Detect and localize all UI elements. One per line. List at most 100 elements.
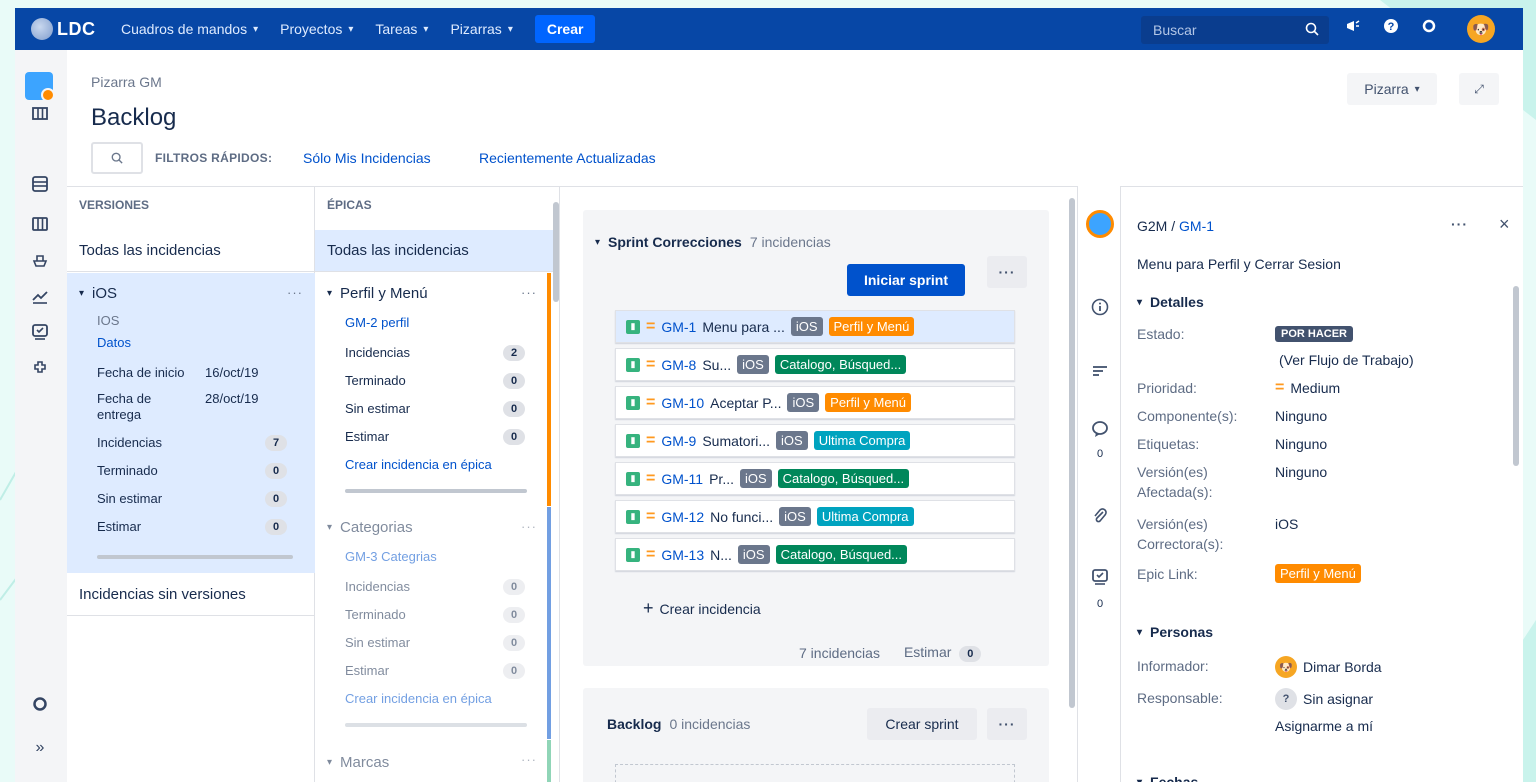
create-sprint-button[interactable]: Crear sprint <box>867 708 977 740</box>
epics-all-issues[interactable]: Todas las incidencias <box>315 230 559 272</box>
filter-my-issues[interactable]: Sólo Mis Incidencias <box>303 150 431 166</box>
issue-row[interactable]: ▮ = GM-12 No funci... iOS Ultima Compra <box>615 500 1015 533</box>
epic-progress-bar <box>345 489 527 493</box>
epic-create-issue-link[interactable]: Crear incidencia en épica <box>345 691 492 706</box>
epics-scrollbar[interactable] <box>553 202 559 302</box>
epic-title[interactable]: ▾ Marcas <box>327 754 389 771</box>
dates-section-header[interactable]: ▾ Fechas <box>1137 774 1198 782</box>
info-icon[interactable] <box>1078 298 1122 316</box>
board-button[interactable]: Pizarra ▾ <box>1347 73 1437 105</box>
version-stat-count: 7 <box>265 435 287 451</box>
issue-row[interactable]: ▮ = GM-10 Aceptar P... iOS Perfil y Menú <box>615 386 1015 419</box>
detail-issue-key[interactable]: GM-1 <box>1179 218 1214 234</box>
logo[interactable]: LDC <box>31 18 121 40</box>
reporter-value[interactable]: 🐶 Dimar Borda <box>1275 656 1382 678</box>
epic-link-badge[interactable]: Perfil y Menú <box>1275 564 1361 583</box>
epic-title[interactable]: ▾ Perfil y Menú <box>327 285 428 302</box>
fix-version-value[interactable]: iOS <box>1275 516 1298 532</box>
component-value[interactable]: Ninguno <box>1275 408 1327 424</box>
subtasks-count: 0 <box>1096 598 1104 610</box>
quick-search-input[interactable] <box>91 142 143 174</box>
epic-more-icon[interactable]: ··· <box>521 752 537 767</box>
nav-issues[interactable]: Tareas ▾ <box>375 21 428 37</box>
epic-stat-count: 0 <box>503 635 525 651</box>
issue-summary-title[interactable]: Menu para Perfil y Cerrar Sesion <box>1137 256 1341 272</box>
description-icon[interactable] <box>1078 362 1122 380</box>
medium-priority-icon: = <box>646 355 656 373</box>
reports-icon[interactable] <box>26 282 54 310</box>
version-label: iOS <box>737 545 770 564</box>
issue-row[interactable]: ▮ = GM-11 Pr... iOS Catalogo, Búsqued... <box>615 462 1015 495</box>
detail-more-icon[interactable]: ··· <box>1451 216 1468 232</box>
version-details-link[interactable]: Datos <box>97 335 131 350</box>
attachment-icon[interactable] <box>1078 508 1122 526</box>
epic-more-icon[interactable]: ··· <box>521 285 537 300</box>
labels-value[interactable]: Ninguno <box>1275 436 1327 452</box>
epic-card-perfil[interactable]: ▾ Perfil y Menú ··· GM-2 perfil Incidenc… <box>315 273 551 506</box>
leaf-logo-icon <box>31 18 53 40</box>
version-card-ios[interactable]: ▾ iOS ··· IOS Datos Fecha de inicio 16/o… <box>67 273 315 573</box>
fullscreen-button[interactable]: ⤢ <box>1459 73 1499 105</box>
start-sprint-button[interactable]: Iniciar sprint <box>847 264 965 296</box>
backlog-more-button[interactable]: ··· <box>987 708 1027 740</box>
issue-row[interactable]: ▮ = GM-8 Su... iOS Catalogo, Búsqued... <box>615 348 1015 381</box>
epic-more-icon[interactable]: ··· <box>521 519 537 534</box>
issues-without-versions[interactable]: Incidencias sin versiones <box>67 574 314 616</box>
quick-filters-label: FILTROS RÁPIDOS: <box>155 151 273 165</box>
version-title[interactable]: ▾ iOS <box>79 285 117 302</box>
expand-sidebar-icon[interactable]: » <box>26 734 54 762</box>
workflow-link[interactable]: (Ver Flujo de Trabajo) <box>1279 352 1414 368</box>
epic-card-categorias[interactable]: ▾ Categorias ··· GM-3 Categrias Incidenc… <box>315 507 551 739</box>
create-issue-button[interactable]: + Crear incidencia <box>643 598 761 619</box>
project-settings-icon[interactable] <box>26 690 54 718</box>
main-scrollbar[interactable] <box>1069 198 1075 708</box>
versions-all-issues[interactable]: Todas las incidencias <box>67 230 314 272</box>
filter-recently-updated[interactable]: Recientemente Actualizadas <box>479 150 656 166</box>
issue-row[interactable]: ▮ = GM-13 N... iOS Catalogo, Búsqued... <box>615 538 1015 571</box>
details-section-header[interactable]: ▾ Detalles <box>1137 294 1204 310</box>
columns-icon[interactable] <box>26 210 54 238</box>
version-more-icon[interactable]: ··· <box>287 285 303 300</box>
search-input[interactable]: Buscar <box>1141 16 1329 44</box>
subtasks-icon[interactable] <box>1078 568 1122 586</box>
backlog-header[interactable]: Backlog 0 incidencias <box>607 716 750 732</box>
backlog-icon[interactable] <box>26 170 54 198</box>
ship-icon[interactable] <box>26 246 54 274</box>
nav-projects[interactable]: Proyectos ▾ <box>280 21 353 37</box>
epic-key-line[interactable]: GM-3 Categrias <box>345 549 437 564</box>
affects-version-value[interactable]: Ninguno <box>1275 464 1327 480</box>
settings-icon[interactable] <box>1421 18 1437 38</box>
issues-icon[interactable] <box>26 318 54 346</box>
megaphone-icon[interactable] <box>1345 18 1361 38</box>
epic-card-marcas[interactable]: ▾ Marcas ··· <box>315 740 551 782</box>
detail-scrollbar[interactable] <box>1513 286 1519 466</box>
epic-link-value[interactable]: Perfil y Menú <box>1275 564 1361 583</box>
epic-key-line[interactable]: GM-2 perfil <box>345 315 409 330</box>
comment-icon[interactable] <box>1078 420 1122 438</box>
issue-row[interactable]: ▮ = GM-1 Menu para ... iOS Perfil y Menú <box>615 310 1015 343</box>
epic-create-issue-link[interactable]: Crear incidencia en épica <box>345 457 492 472</box>
people-section-header[interactable]: ▾ Personas <box>1137 624 1213 640</box>
medium-priority-icon: = <box>646 317 656 335</box>
sprint-more-button[interactable]: ··· <box>987 256 1027 288</box>
sprint-header[interactable]: ▾ Sprint Correcciones 7 incidencias <box>595 234 831 250</box>
user-avatar[interactable]: 🐶 <box>1467 15 1495 43</box>
assign-to-me-link[interactable]: Asignarme a mí <box>1275 718 1373 734</box>
breadcrumb[interactable]: Pizarra GM <box>91 74 162 90</box>
status-badge[interactable]: POR HACER <box>1275 326 1354 342</box>
assignee-value[interactable]: ? Sin asignar <box>1275 688 1373 710</box>
components-icon[interactable] <box>26 354 54 382</box>
epic-title[interactable]: ▾ Categorias <box>327 519 413 536</box>
version-label: iOS <box>776 431 808 450</box>
issue-row[interactable]: ▮ = GM-9 Sumatori... iOS Ultima Compra <box>615 424 1015 457</box>
board-icon[interactable] <box>26 100 54 128</box>
priority-value[interactable]: = Medium <box>1275 380 1340 397</box>
status-value[interactable]: POR HACER <box>1275 326 1354 342</box>
reporter-avatar: 🐶 <box>1275 656 1297 678</box>
nav-boards[interactable]: Pizarras ▾ <box>450 21 512 37</box>
nav-dashboards[interactable]: Cuadros de mandos ▾ <box>121 21 258 37</box>
help-icon[interactable]: ? <box>1383 18 1399 38</box>
create-button[interactable]: Crear <box>534 15 596 43</box>
detail-project[interactable]: G2M <box>1137 218 1167 234</box>
close-icon[interactable]: × <box>1499 214 1510 235</box>
